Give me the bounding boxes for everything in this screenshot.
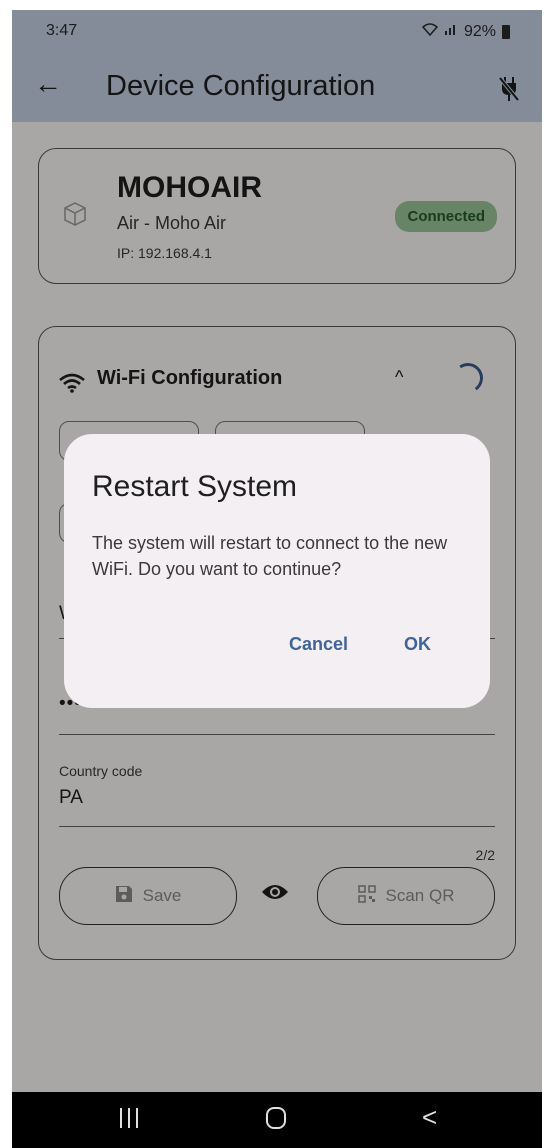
recent-apps-icon[interactable] bbox=[120, 1108, 138, 1128]
home-icon[interactable] bbox=[266, 1107, 286, 1129]
app-screen: 3:47 92% ← Device Configuration MOHOAIR … bbox=[12, 10, 542, 1148]
system-nav-bar: < bbox=[12, 1092, 542, 1148]
cancel-button[interactable]: Cancel bbox=[289, 634, 348, 655]
dialog-message: The system will restart to connect to th… bbox=[92, 533, 448, 579]
back-icon[interactable]: < bbox=[422, 1102, 437, 1133]
ok-button[interactable]: OK bbox=[404, 634, 431, 655]
restart-dialog: Restart System The system will restart t… bbox=[64, 434, 490, 708]
dialog-title: Restart System bbox=[92, 470, 298, 503]
